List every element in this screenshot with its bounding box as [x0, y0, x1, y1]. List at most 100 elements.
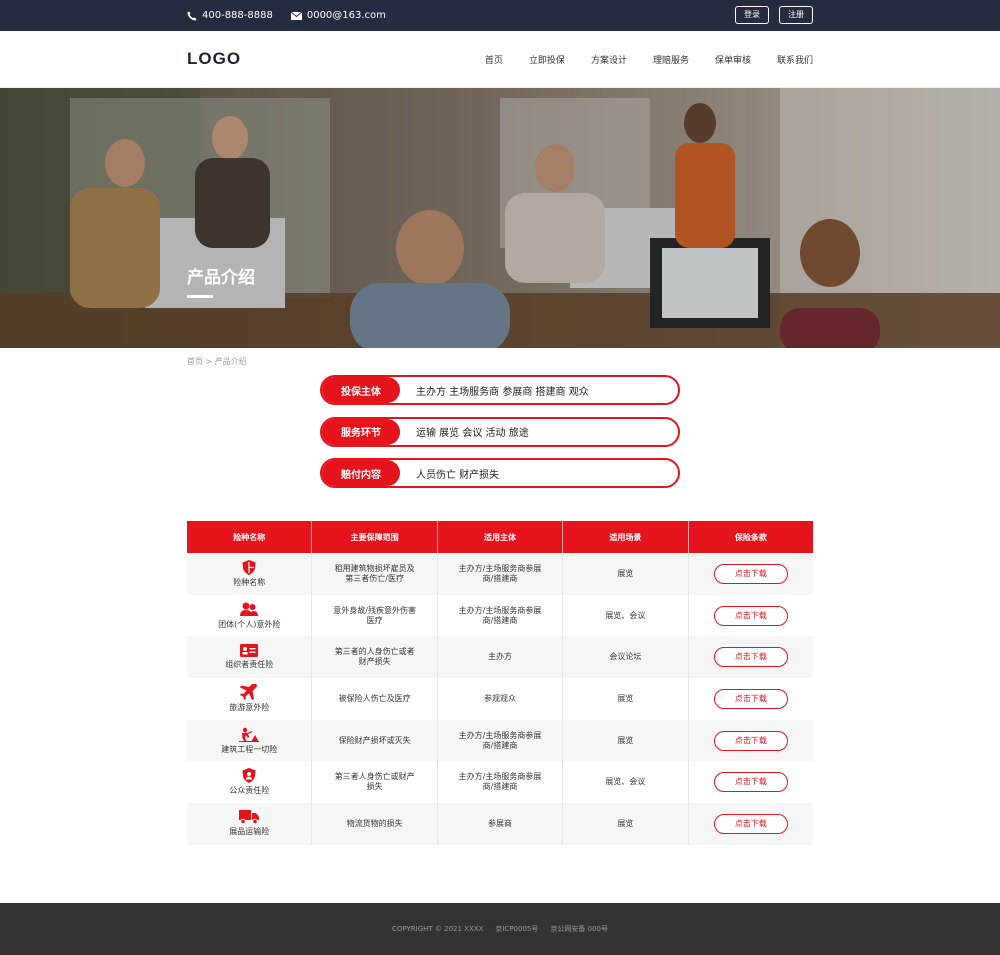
scope-cell: 第三者的人身伤亡或者财产损失 [312, 636, 438, 679]
pill-compensation: 赔付内容 人员伤亡 财产损失 [320, 458, 680, 488]
subject-cell: 主办方/主场服务商参展商/搭建商 [438, 719, 564, 762]
users-icon [240, 602, 259, 616]
header-subject: 适用主体 [438, 521, 564, 553]
type-name: 建筑工程一切险 [221, 744, 278, 754]
truck-icon [239, 810, 260, 825]
download-button[interactable]: 点击下载 [713, 563, 788, 584]
shield-icon [242, 559, 256, 575]
header-type: 险种名称 [187, 521, 313, 553]
phone-icon [187, 11, 197, 21]
scene-cell: 展览 [563, 803, 689, 845]
hero-banner: 产品介绍 [0, 88, 1000, 348]
type-cell: 建筑工程一切险 [187, 719, 313, 762]
airplane-icon [240, 684, 258, 701]
scope-cell: 第三者人身伤亡或财产损失 [312, 761, 438, 804]
mail-icon [290, 11, 302, 20]
scope-cell: 租用建筑物损坏雇员及第三者伤亡/医疗 [312, 553, 438, 595]
download-button[interactable]: 点击下载 [713, 772, 788, 793]
header-terms: 保险条款 [734, 532, 767, 542]
pill-value: 主办方 主场服务商 参展商 搭建商 观众 [416, 386, 589, 398]
pill-service-stage: 服务环节 运输 展览 会议 活动 旅途 [320, 416, 680, 447]
terms-cell: 点击下载 [689, 720, 813, 762]
type-name: 公众责任险 [229, 786, 270, 796]
site-header: LOGO 首页 立即投保 方案设计 理赔服务 保单审核 联系我们 [0, 31, 1000, 88]
badge-shield-icon [242, 768, 256, 784]
nav-home[interactable]: 首页 [485, 53, 503, 66]
type-cell: 旅游意外险 [187, 678, 313, 720]
pill-label: 服务环节 [322, 418, 400, 445]
nav-plan-design[interactable]: 方案设计 [591, 53, 627, 66]
download-button[interactable]: 点击下载 [713, 813, 788, 834]
nav-claims[interactable]: 理赔服务 [653, 53, 689, 66]
scope-cell: 保险财产损坏或灭失 [312, 719, 438, 762]
footer-copyright: COPYRIGHT © 2021 XXXX [392, 925, 484, 933]
banner-title: 产品介绍 [187, 268, 255, 288]
scene-cell: 展览、会议 [563, 594, 689, 637]
pill-value: 人员伤亡 财产损失 [416, 469, 500, 481]
type-name: 组织者责任险 [225, 660, 274, 670]
type-cell: 团体(个人)意外险 [187, 594, 313, 637]
download-button[interactable]: 点击下载 [713, 730, 788, 751]
nav-policy-review[interactable]: 保单审核 [715, 53, 751, 66]
table-row: 公众责任险 第三者人身伤亡或财产损失 主办方/主场服务商参展商/搭建商 展览、会… [187, 761, 813, 804]
subject-cell: 主办方/主场服务商参展商/搭建商 [438, 761, 564, 804]
logo[interactable]: LOGO [187, 49, 241, 69]
office-photo [0, 88, 1000, 348]
footer-police-record[interactable]: 京公网安备 000号 [550, 924, 608, 934]
scene-cell: 展览、会议 [563, 761, 689, 804]
download-button[interactable]: 点击下载 [713, 647, 788, 668]
type-cell: 组织者责任险 [187, 636, 313, 679]
terms-cell: 点击下载 [689, 636, 813, 678]
top-bar: 400-888-8888 0000@163.com 登录 注册 [0, 0, 1000, 31]
table-row: 险种名称 租用建筑物损坏雇员及第三者伤亡/医疗 主办方/主场服务商参展商/搭建商… [187, 553, 813, 595]
scene-cell: 展览 [563, 719, 689, 762]
nav-buy-now[interactable]: 立即投保 [529, 53, 565, 66]
phone-contact: 400-888-8888 [187, 10, 273, 21]
table-row: 建筑工程一切险 保险财产损坏或灭失 主办方/主场服务商参展商/搭建商 展览 点击… [187, 719, 813, 762]
scene-cell: 会议论坛 [563, 636, 689, 679]
footer-icp[interactable]: 京ICP0005号 [495, 924, 538, 934]
nav-contact[interactable]: 联系我们 [777, 53, 813, 66]
terms-cell: 点击下载 [689, 553, 813, 595]
header-scene: 适用场景 [563, 521, 689, 553]
login-button[interactable]: 登录 [735, 6, 769, 24]
table-row: 旅游意外险 被保险人伤亡及医疗 参观观众 展览 点击下载 [187, 678, 813, 720]
table-row: 组织者责任险 第三者的人身伤亡或者财产损失 主办方 会议论坛 点击下载 [187, 636, 813, 679]
table-row: 展品运输险 物流货物的损失 参展商 展览 点击下载 [187, 803, 813, 845]
type-cell: 公众责任险 [187, 761, 313, 804]
site-footer: COPYRIGHT © 2021 XXXX 京ICP0005号 京公网安备 00… [0, 903, 1000, 955]
type-name: 险种名称 [233, 577, 266, 587]
main-nav: 首页 立即投保 方案设计 理赔服务 保单审核 联系我们 [459, 31, 813, 88]
subject-cell: 主办方 [438, 636, 564, 679]
header-scope: 主要保障范围 [312, 521, 438, 553]
email-contact: 0000@163.com [290, 10, 386, 21]
insurance-table: 险种名称 主要保障范围 适用主体 适用场景 保险条款 险种名称 租用建筑物损坏雇… [187, 521, 813, 845]
email-address: 0000@163.com [306, 10, 386, 21]
terms-cell: 点击下载 [689, 678, 813, 720]
terms-cell: 点击下载 [689, 803, 813, 845]
type-name: 展品运输险 [229, 827, 270, 837]
register-button[interactable]: 注册 [779, 6, 813, 24]
subject-cell: 参观观众 [438, 678, 564, 720]
construction-icon [239, 727, 260, 742]
pill-label: 投保主体 [322, 377, 400, 403]
pill-label: 赔付内容 [322, 460, 400, 486]
subject-cell: 主办方/主场服务商参展商/搭建商 [438, 594, 564, 637]
scope-cell: 被保险人伤亡及医疗 [312, 678, 438, 720]
contact-info: 400-888-8888 0000@163.com [187, 0, 404, 31]
download-button[interactable]: 点击下载 [713, 605, 788, 626]
scope-cell: 物流货物的损失 [312, 803, 438, 845]
pill-insured-party: 投保主体 主办方 主场服务商 参展商 搭建商 观众 [320, 375, 680, 405]
download-button[interactable]: 点击下载 [713, 688, 788, 709]
type-name: 团体(个人)意外险 [218, 619, 281, 629]
type-cell: 展品运输险 [187, 803, 313, 845]
breadcrumb-text[interactable]: 首页 > 产品介绍 [187, 357, 247, 366]
subject-cell: 参展商 [438, 803, 564, 845]
type-name: 旅游意外险 [229, 703, 270, 713]
scope-cell: 意外身故/残疾意外伤害医疗 [312, 594, 438, 637]
scene-cell: 展览 [563, 553, 689, 595]
breadcrumb: 首页 > 产品介绍 [0, 348, 1000, 375]
terms-cell: 点击下载 [689, 761, 813, 803]
banner-title-underline [187, 295, 213, 298]
scene-cell: 展览 [563, 678, 689, 720]
